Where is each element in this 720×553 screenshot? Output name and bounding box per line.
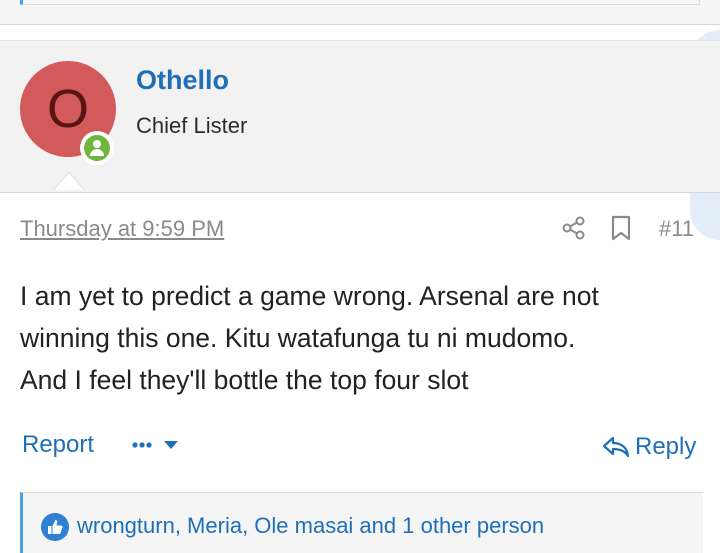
post-user-header: O Othello Chief Lister <box>0 40 720 193</box>
user-title: Chief Lister <box>136 113 248 138</box>
reactions-bar: wrongturn, Meria, Ole masai and 1 other … <box>20 492 703 553</box>
user-online-icon <box>80 131 114 165</box>
thumbs-up-icon <box>41 513 69 541</box>
post-date[interactable]: Thursday at 9:59 PM <box>20 216 224 242</box>
post-separator <box>0 24 720 41</box>
post-body-line: I am yet to predict a game wrong. Arsena… <box>20 281 599 311</box>
report-link[interactable]: Report <box>22 431 94 459</box>
reactions-list[interactable]: wrongturn, Meria, Ole masai and 1 other … <box>77 513 544 539</box>
previous-post-quote-edge <box>20 0 700 5</box>
share-icon[interactable] <box>561 215 587 241</box>
username[interactable]: Othello <box>136 65 229 96</box>
more-options-icon[interactable] <box>132 434 182 456</box>
post-body-line: winning this one. Kitu watafunga tu ni m… <box>20 323 576 353</box>
previous-post-bottom <box>0 0 720 24</box>
bookmark-icon[interactable] <box>609 215 633 241</box>
header-pointer <box>54 173 84 190</box>
avatar-letter: O <box>46 79 89 139</box>
post-body: I am yet to predict a game wrong. Arsena… <box>20 275 700 401</box>
reply-button[interactable]: Reply <box>601 431 696 463</box>
reply-label: Reply <box>635 433 697 460</box>
reply-arrow-icon <box>602 436 630 458</box>
post-body-line: And I feel they'll bottle the top four s… <box>20 365 469 395</box>
post-number[interactable]: #11 <box>659 216 694 242</box>
